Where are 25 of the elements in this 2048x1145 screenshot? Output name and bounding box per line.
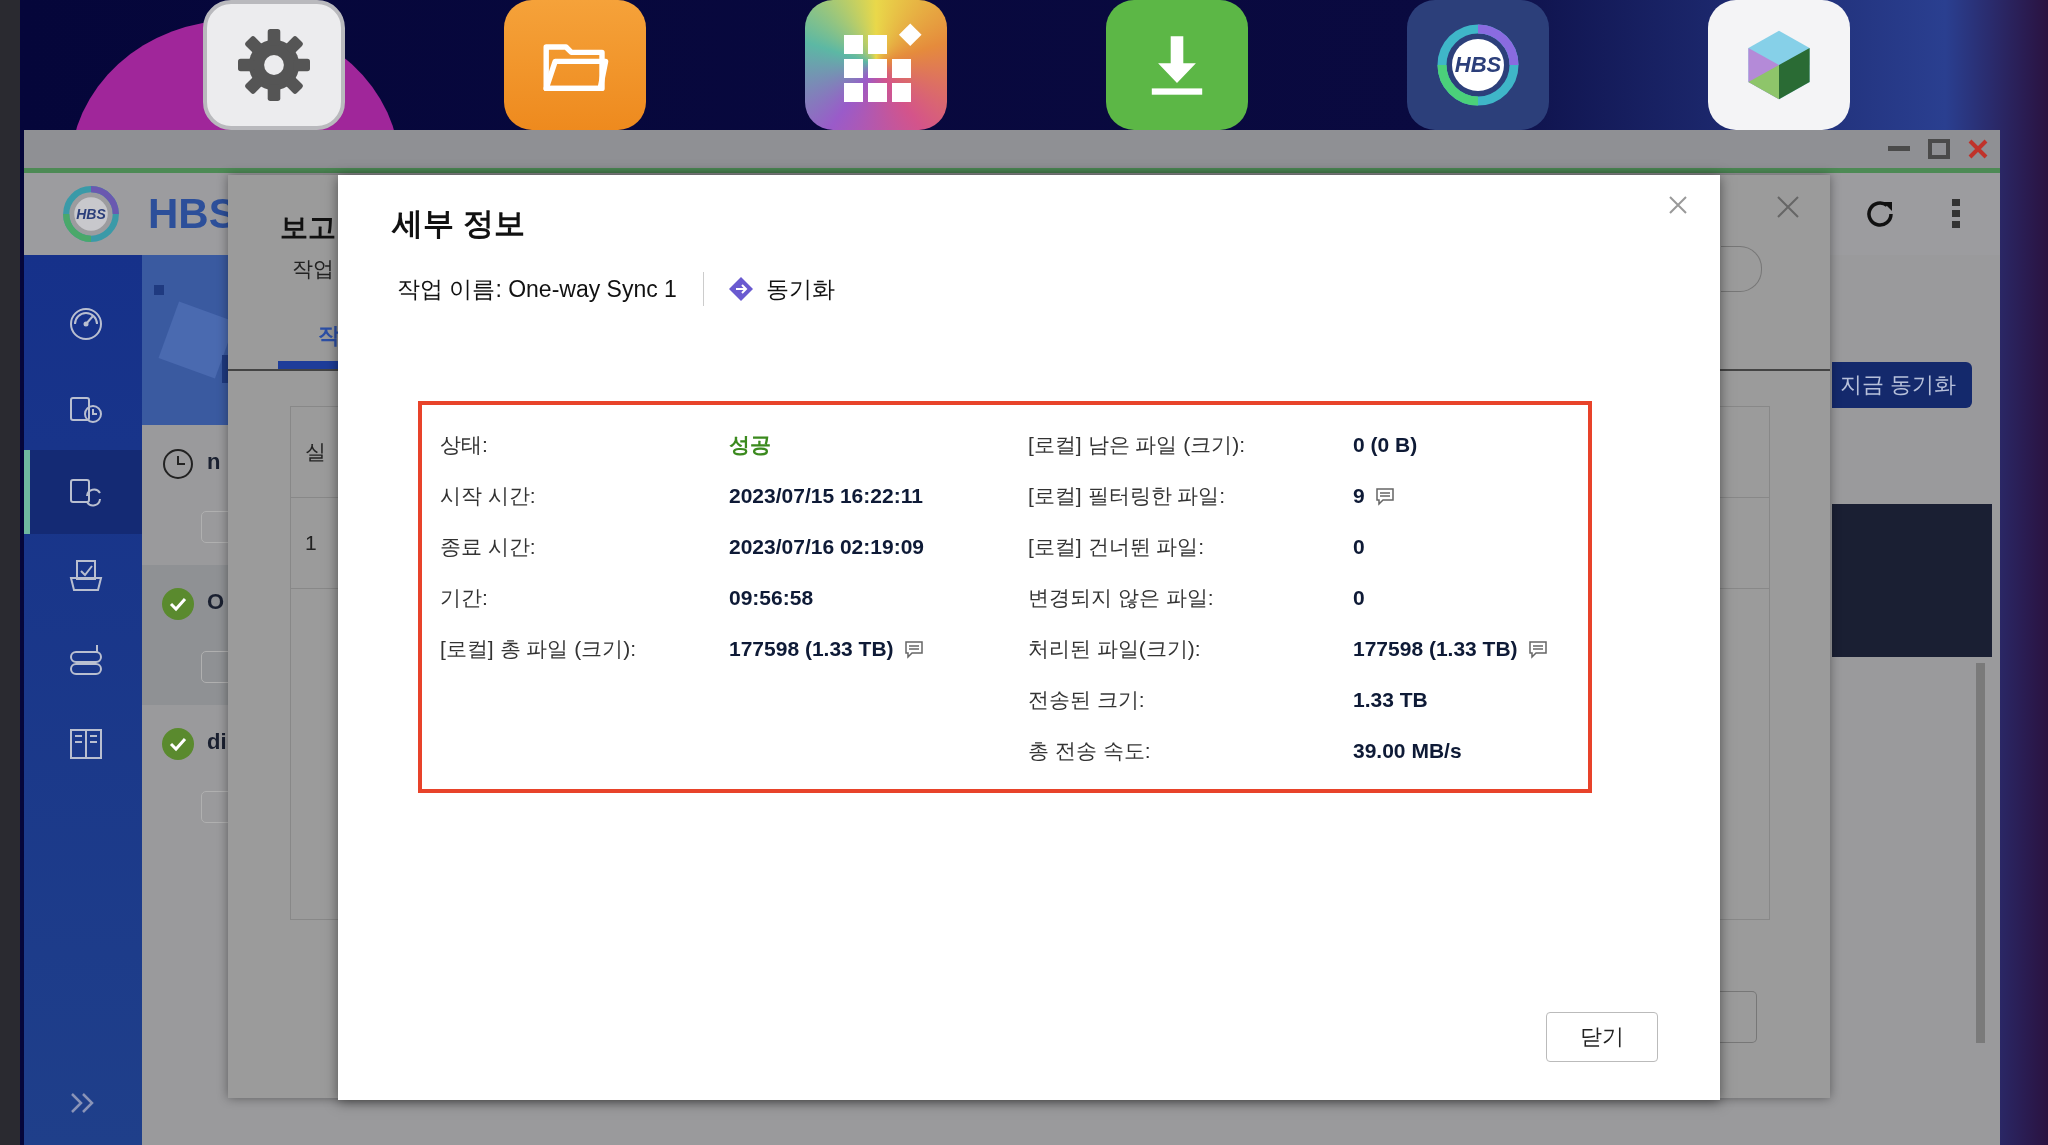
field-label: [로컬] 건너뛴 파일: (1028, 533, 1206, 560)
field-value: 177598 (1.33 TB) (729, 636, 1028, 661)
dialog-title: 세부 정보 (390, 205, 525, 243)
field-value: 1.33 TB (1353, 687, 1429, 712)
field-value: 0 (1353, 534, 1366, 559)
hbs-app-icon[interactable]: HBS (1407, 0, 1549, 130)
sync-now-button[interactable]: 지금 동기화 (1832, 362, 1972, 408)
field-label: [로컬] 남은 파일 (크기): (1028, 431, 1246, 458)
field-value: 0 (0 B) (1353, 432, 1419, 457)
field-value: 39.00 MB/s (1353, 738, 1463, 763)
field-label: 총 전송 속도: (1028, 737, 1152, 764)
field-label: 종료 시간: (440, 533, 537, 560)
field-label: 작업 (292, 256, 334, 282)
job-name: 작업 이름: One-way Sync 1 (397, 272, 704, 306)
dialog-title: 보고 (279, 211, 336, 241)
field-label: 처리된 파일(크기): (1028, 635, 1202, 662)
job-type: 동기화 (765, 274, 835, 304)
field-value: 2023/07/16 02:19:09 (729, 534, 925, 559)
field-value: 177598 (1.33 TB) (1353, 636, 1588, 661)
status-value: 성공 (729, 431, 772, 458)
field-label: [로컬] 총 파일 (크기): (440, 635, 637, 662)
app-logo: HBS (60, 183, 122, 245)
field-label: 전송된 크기: (1028, 686, 1146, 713)
field-label: 상태: (440, 431, 489, 458)
close-button[interactable]: 닫기 (1546, 1012, 1658, 1062)
